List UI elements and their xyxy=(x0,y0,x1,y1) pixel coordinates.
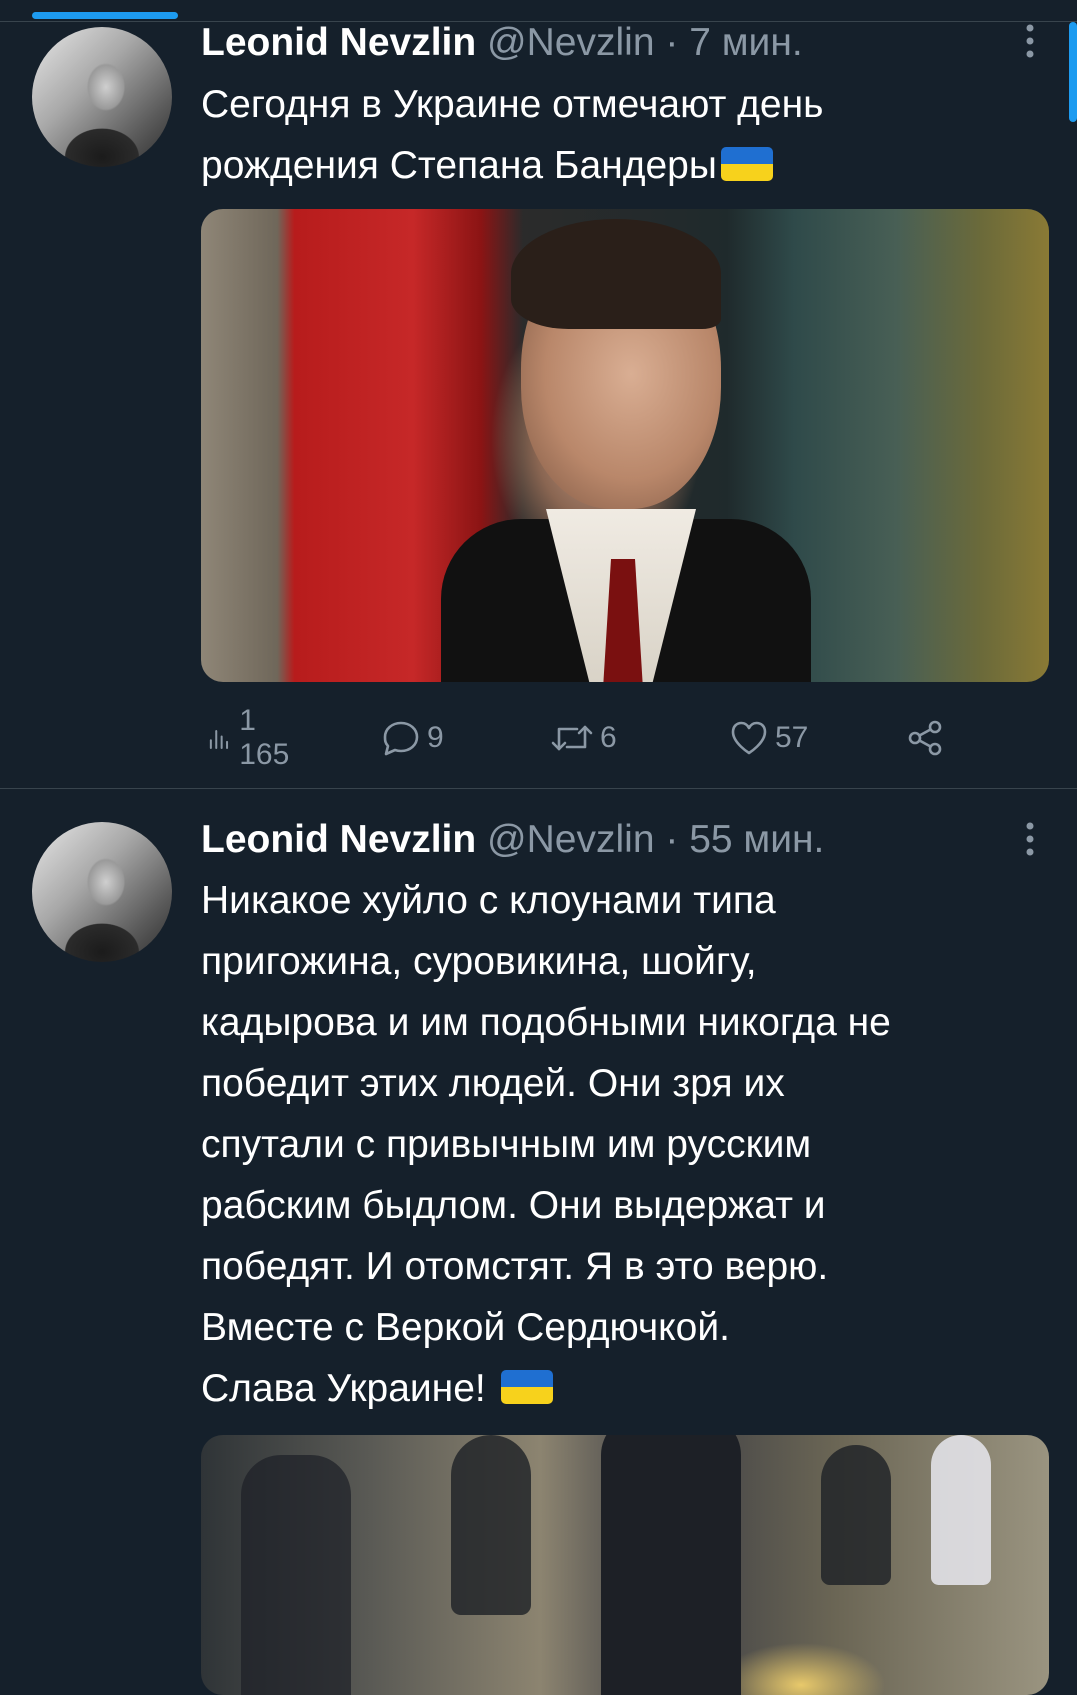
retweet-count: 6 xyxy=(600,721,617,754)
tweet-text-line: победит этих людей. Они зря их xyxy=(201,1062,785,1105)
views-button[interactable]: 1 165 xyxy=(207,704,297,771)
author-handle[interactable]: @Nevzlin xyxy=(487,818,654,861)
tweet-divider xyxy=(0,788,1077,789)
like-count: 57 xyxy=(775,721,809,754)
separator-dot: · xyxy=(665,21,679,64)
tweet-text-line: Слава Украине! xyxy=(201,1358,1051,1419)
timestamp[interactable]: 55 мин. xyxy=(689,818,824,861)
tweet-text: Сегодня в Украине отмечают день рождения… xyxy=(201,74,1051,196)
retweet-button[interactable]: 6 xyxy=(550,718,617,758)
ukraine-flag-emoji xyxy=(500,1369,553,1404)
author-handle[interactable]: @Nevzlin xyxy=(487,21,654,64)
author-name[interactable]: Leonid Nevzlin xyxy=(201,21,476,64)
separator-dot: · xyxy=(665,818,679,861)
tweet-photo[interactable] xyxy=(201,209,1049,682)
tweet-text-line: рабским быдлом. Они выдержат и xyxy=(201,1184,826,1227)
tweet-text-line: Вместе с Веркой Сердючкой. xyxy=(201,1306,730,1349)
share-icon xyxy=(908,720,942,756)
reply-count: 9 xyxy=(427,721,444,754)
reply-icon xyxy=(383,721,419,756)
author-name[interactable]: Leonid Nevzlin xyxy=(201,818,476,861)
timestamp[interactable]: 7 мин. xyxy=(689,21,803,64)
tweet-text-line: пригожина, суровикина, шойгу, xyxy=(201,940,757,983)
tweet-video[interactable] xyxy=(201,1435,1049,1695)
ukraine-flag-emoji xyxy=(720,146,773,181)
avatar[interactable] xyxy=(32,822,172,962)
reply-button[interactable]: 9 xyxy=(381,718,444,758)
tweet-text-line: Никакое хуйло с клоунами типа xyxy=(201,879,776,922)
views-icon xyxy=(209,730,229,750)
more-options-icon[interactable] xyxy=(1025,822,1035,863)
share-button[interactable] xyxy=(905,718,945,758)
video-figure xyxy=(241,1455,351,1695)
video-figure xyxy=(451,1435,531,1615)
like-icon xyxy=(731,721,767,755)
scrollbar[interactable] xyxy=(1069,22,1077,122)
tweet-text-line: рождения Степана Бандеры xyxy=(201,135,1051,196)
tweet-header: Leonid Nevzlin @Nevzlin · 7 мин. xyxy=(201,20,803,66)
tweet-header: Leonid Nevzlin @Nevzlin · 55 мин. xyxy=(201,817,824,863)
active-tab-indicator xyxy=(32,12,178,19)
like-button[interactable]: 57 xyxy=(729,718,808,758)
tweet-text-line: Сегодня в Украине отмечают день xyxy=(201,83,824,126)
more-options-icon[interactable] xyxy=(1025,24,1035,65)
tweet-text: Никакое хуйло с клоунами типа пригожина,… xyxy=(201,870,1051,1419)
tweet-text-line: победят. И отомстят. Я в это верю. xyxy=(201,1245,829,1288)
avatar[interactable] xyxy=(32,27,172,167)
video-figure xyxy=(821,1445,891,1585)
video-figure xyxy=(931,1435,991,1585)
video-figure xyxy=(601,1435,741,1695)
tweet-text-line: кадырова и им подобными никогда не xyxy=(201,1001,891,1044)
views-count: 1 165 xyxy=(239,704,290,771)
tweet-text-line: спутали с привычным им русским xyxy=(201,1123,812,1166)
retweet-icon xyxy=(551,725,593,751)
photo-hair xyxy=(511,219,721,329)
